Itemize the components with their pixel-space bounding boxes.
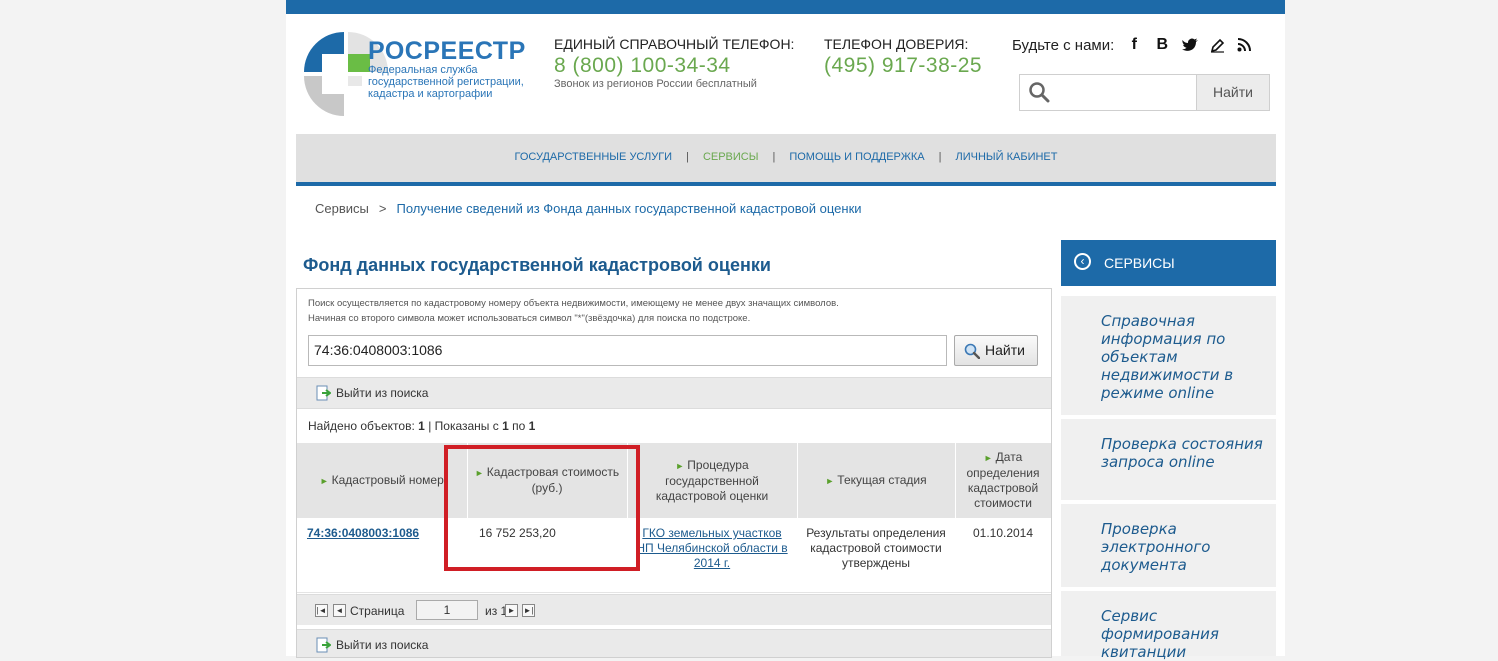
- page-label: Страница: [350, 604, 405, 618]
- sort-arrow-icon: ►: [983, 453, 993, 463]
- logo-subtitle-line: государственной регистрации,: [368, 76, 524, 88]
- results-table: ► Кадастровый номер ► Кадастровая стоимост…: [297, 443, 1051, 593]
- last-page-button[interactable]: ►|: [522, 604, 535, 617]
- hotline-number: 8 (800) 100-34-34: [554, 54, 731, 77]
- exit-search-icon[interactable]: [315, 637, 331, 653]
- hotline-note: Звонок из регионов России бесплатный: [554, 78, 757, 90]
- page-title: Фонд данных государственной кадастровой …: [303, 255, 771, 275]
- facebook-icon[interactable]: f: [1126, 36, 1142, 54]
- breadcrumb-arrow: >: [378, 201, 387, 216]
- sidebar-item-receipt[interactable]: Сервис формирования квитанции: [1061, 591, 1276, 661]
- column-header-cad-number[interactable]: ► Кадастровый номер: [297, 443, 468, 518]
- page: РОСРЕЕСТР Федеральная служба государстве…: [286, 0, 1285, 661]
- cadastral-search-input[interactable]: 74:36:0408003:1086: [308, 335, 947, 366]
- table-row: 74:36:0408003:1086 16 752 253,20 ГКО зем…: [297, 518, 1051, 593]
- sort-arrow-icon: ►: [825, 475, 835, 486]
- exit-search-bar: Выйти из поиска: [297, 377, 1051, 409]
- exit-search-link[interactable]: Выйти из поиска: [336, 386, 428, 400]
- search-hint-line: Начиная со второго символа может использ…: [308, 313, 751, 324]
- vk-icon[interactable]: В: [1154, 36, 1170, 54]
- page-number-input[interactable]: 1: [416, 600, 478, 620]
- header-search: Найти: [1019, 74, 1270, 111]
- search-hint: Поиск осуществляется по кадастровому ном…: [308, 296, 839, 326]
- sidebar-item-label: Сервис формирования квитанции: [1101, 607, 1219, 661]
- shown-from: 1: [502, 419, 509, 433]
- sidebar-item-label: Проверка состояния запроса online: [1101, 435, 1263, 471]
- page-total-label: из 1: [485, 604, 508, 618]
- logo-subtitle: Федеральная служба государственной регис…: [368, 64, 538, 100]
- cad-number-link[interactable]: 74:36:0408003:1086: [307, 526, 419, 540]
- nav-item-services[interactable]: СЕРВИСЫ: [703, 151, 759, 163]
- sidebar-item-doc-check[interactable]: Проверка электронного документа: [1061, 504, 1276, 587]
- sidebar-header[interactable]: ‹ СЕРВИСЫ: [1061, 240, 1276, 286]
- nav-separator: |: [686, 151, 689, 163]
- results-summary: Найдено объектов: 1 | Показаны с 1 по 1: [308, 419, 535, 433]
- breadcrumb-current[interactable]: Получение сведений из Фонда данных госуд…: [396, 201, 861, 216]
- cell-stage: Результаты определения кадастровой стоим…: [797, 518, 955, 593]
- logo-subtitle-line: кадастра и картографии: [368, 88, 493, 100]
- search-icon: [964, 343, 980, 359]
- column-header-procedure[interactable]: ► Процедура государственной кадастровой о…: [627, 443, 798, 518]
- column-header-label: Кадастровый номер: [331, 472, 444, 487]
- hotline-block: ЕДИНЫЙ СПРАВОЧНЫЙ ТЕЛЕФОН: 8 (800) 100-3…: [554, 36, 794, 90]
- top-bar: [286, 0, 1285, 14]
- breadcrumb: Сервисы > Получение сведений из Фонда данн…: [315, 201, 862, 216]
- shown-label: | Показаны с: [428, 419, 499, 433]
- blog-pen-icon[interactable]: [1210, 38, 1225, 53]
- header-search-button[interactable]: Найти: [1196, 75, 1269, 110]
- hotline-label: ЕДИНЫЙ СПРАВОЧНЫЙ ТЕЛЕФОН:: [554, 36, 795, 52]
- highlight-frame: [444, 445, 640, 571]
- nav-item-help[interactable]: ПОМОЩЬ И ПОДДЕРЖКА: [789, 151, 924, 163]
- exit-search-icon[interactable]: [315, 385, 331, 401]
- social-label: Будьте с нами:: [1012, 36, 1115, 54]
- exit-search-bar-bottom: Выйти из поиска: [297, 629, 1051, 657]
- nav-item-account[interactable]: ЛИЧНЫЙ КАБИНЕТ: [956, 151, 1058, 163]
- sidebar-item-label: Проверка электронного документа: [1101, 520, 1211, 574]
- procedure-link[interactable]: ГКО земельных участков НП Челябинской об…: [636, 526, 787, 570]
- sort-arrow-icon: ►: [675, 460, 685, 471]
- trust-line-block: ТЕЛЕФОН ДОВЕРИЯ: (495) 917-38-25: [824, 36, 982, 78]
- sidebar-item-label: Справочная информация по объектам недвиж…: [1101, 312, 1234, 402]
- rss-icon[interactable]: [1237, 38, 1252, 52]
- prev-page-button[interactable]: ◄: [333, 604, 346, 617]
- nav-separator: |: [772, 151, 776, 163]
- first-page-button[interactable]: |◄: [315, 604, 328, 617]
- cell-date: 01.10.2014: [955, 518, 1051, 593]
- column-header-label: Дата определения кадастровой стоимости: [966, 450, 1040, 510]
- trust-line-label: ТЕЛЕФОН ДОВЕРИЯ:: [824, 36, 969, 52]
- search-panel: Поиск осуществляется по кадастровому ном…: [296, 288, 1052, 658]
- next-page-button[interactable]: ►: [505, 604, 518, 617]
- logo-subtitle-line: Федеральная служба: [368, 64, 478, 76]
- logo-title: РОСРЕЕСТР: [368, 37, 526, 65]
- main-nav: ГОСУДАРСТВЕННЫЕ УСЛУГИ | СЕРВИСЫ | ПОМОЩЬ И …: [296, 134, 1276, 186]
- social-links: Будьте с нами: f В: [1012, 36, 1252, 54]
- sidebar-item-property-info[interactable]: Справочная информация по объектам недвиж…: [1061, 296, 1276, 415]
- search-button-label: Найти: [985, 342, 1025, 358]
- pager: |◄ ◄ Страница 1 из 1 ► ►|: [297, 594, 1051, 625]
- column-header-label: Процедура государственной кадастровой оц…: [655, 457, 769, 503]
- nav-item-state-services[interactable]: ГОСУДАРСТВЕННЫЕ УСЛУГИ: [514, 151, 672, 163]
- search-hint-line: Поиск осуществляется по кадастровому ном…: [308, 298, 839, 309]
- back-arrow-icon: ‹: [1074, 253, 1091, 270]
- trust-line-number: (495) 917-38-25: [824, 54, 983, 77]
- sidebar-title: СЕРВИСЫ: [1104, 255, 1175, 271]
- column-header-date[interactable]: ► Дата определения кадастровой стоимости: [955, 443, 1051, 518]
- cadastral-search-button[interactable]: Найти: [954, 335, 1038, 366]
- breadcrumb-root[interactable]: Сервисы: [315, 201, 369, 216]
- search-icon: [1029, 82, 1050, 103]
- sort-arrow-icon: ►: [319, 475, 329, 486]
- cell-procedure: ГКО земельных участков НП Челябинской об…: [627, 518, 797, 593]
- exit-search-link[interactable]: Выйти из поиска: [336, 638, 428, 652]
- column-header-stage[interactable]: ► Текущая стадия: [797, 443, 956, 518]
- found-label: Найдено объектов:: [308, 419, 415, 433]
- twitter-icon[interactable]: [1182, 38, 1199, 52]
- cell-cad-number: 74:36:0408003:1086: [297, 518, 467, 593]
- shown-to-label: по: [512, 419, 526, 433]
- nav-separator: |: [938, 151, 942, 163]
- column-header-label: Текущая стадия: [837, 472, 927, 487]
- shown-to: 1: [528, 419, 536, 433]
- found-count: 1: [418, 419, 425, 433]
- sidebar-item-request-status[interactable]: Проверка состояния запроса online: [1061, 419, 1276, 500]
